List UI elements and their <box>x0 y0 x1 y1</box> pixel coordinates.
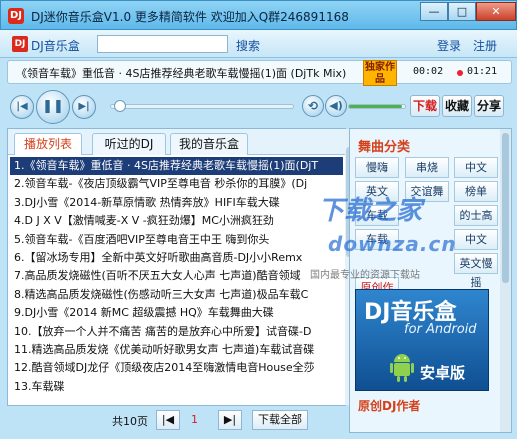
now-playing-bar: 《领音车载》重低音 · 4S店推荐经典老歌车载慢摇(1)面 (DjTk Mix)… <box>7 60 512 86</box>
playlist-row[interactable]: 12.酷音领域DJ龙仔《顶级夜店2014至嗨激情电音House全莎 <box>10 359 343 377</box>
record-dot-icon <box>457 70 463 76</box>
next-page-button[interactable]: ▶| <box>218 410 242 430</box>
watermark-url: downza.cn <box>328 232 457 256</box>
playlist-row[interactable]: 7.高品质发烧磁性(百听不厌五大女人心声 七声道)酷音领域 <box>10 267 343 285</box>
title-bar: DJ DJ迷你音乐盒V1.0 更多精简软件 欢迎加入Q群246891168 — … <box>0 0 517 30</box>
playlist-panel: 播放列表 听过的DJ 我的音乐盒 1.《领音车载》重低音 · 4S店推荐经典老歌… <box>7 128 353 406</box>
tab-playlist[interactable]: 播放列表 <box>14 133 82 155</box>
maximize-button[interactable]: □ <box>448 2 476 21</box>
minimize-button[interactable]: — <box>420 2 448 21</box>
category-item[interactable]: 中文 <box>454 157 498 178</box>
register-link[interactable]: 注册 <box>473 37 497 54</box>
repeat-icon[interactable]: ⟲ <box>302 95 324 117</box>
tab-my-music[interactable]: 我的音乐盒 <box>170 133 248 155</box>
playlist-row[interactable]: 3.DJ小雪《2014-新草原情歌 热情奔放》HIFI车载大碟 <box>10 194 343 212</box>
category-item[interactable]: 的士高 <box>454 205 498 226</box>
duration-time: 01:21 <box>467 66 498 77</box>
logo-icon: DJ <box>12 36 28 52</box>
category-scroll-thumb[interactable] <box>502 133 509 283</box>
playlist-row[interactable]: 5.领音车载-《百度酒吧VIP至尊电音王中王 嗨到你头 <box>10 231 343 249</box>
window-title: DJ迷你音乐盒V1.0 更多精简软件 欢迎加入Q群246891168 <box>31 10 349 24</box>
ad-bottom-text: 安卓版 <box>420 364 466 382</box>
volume-slider[interactable] <box>348 104 406 109</box>
exclusive-badge: 独家作品 <box>363 60 397 86</box>
android-icon <box>390 354 414 382</box>
playlist-row[interactable]: 13.车载碟 <box>10 378 343 396</box>
playlist-row[interactable]: 8.精选高品质发烧磁性(伤感动听三大女声 七声道)极品车载C <box>10 286 343 304</box>
menu-bar: DJ DJ音乐盒 搜索 登录 注册 <box>0 30 517 58</box>
author-section-title: 原创DJ作者 <box>358 399 421 413</box>
progress-knob[interactable] <box>114 100 127 112</box>
category-item[interactable]: 串烧 <box>405 157 449 178</box>
login-link[interactable]: 登录 <box>437 37 461 54</box>
close-button[interactable]: ✕ <box>476 2 516 21</box>
category-title: 舞曲分类 <box>358 140 411 155</box>
tab-listened[interactable]: 听过的DJ <box>92 133 166 155</box>
elapsed-time: 00:02 <box>413 66 444 77</box>
playlist-row[interactable]: 10.【放弃一个人并不痛苦 痛苦的是放弃心中所爱】试音碟-D <box>10 323 343 341</box>
playlist-row[interactable]: 11.精选高品质发烧《优美动听好歌男女声 七声道)车载试音碟 <box>10 341 343 359</box>
current-page: 1 <box>191 413 198 426</box>
category-item[interactable]: 中文Club <box>454 229 498 265</box>
logo-text: DJ音乐盒 <box>31 39 80 53</box>
volume-icon[interactable]: ◀) <box>325 95 347 117</box>
next-icon[interactable]: ▶| <box>72 95 96 119</box>
pagination: 共10页 |◀ 1 ▶| 下载全部 <box>0 407 346 433</box>
playlist: 1.《领音车载》重低音 · 4S店推荐经典老歌车载慢摇(1)面(DjT 2.领音车… <box>10 157 343 396</box>
watermark-title: 下载之家 <box>318 196 423 226</box>
download-button[interactable]: 下载 <box>410 95 440 117</box>
search-button[interactable]: 搜索 <box>236 37 260 54</box>
playlist-row[interactable]: 4.D J X V【激情喊麦-X V -疯狂劲爆】MC小洲疯狂劲 <box>10 212 343 230</box>
now-playing-title: 《领音车载》重低音 · 4S店推荐经典老歌车载慢摇(1)面 (DjTk Mix) <box>16 67 347 80</box>
watermark-slogan: 国内最专业的资源下载站 <box>310 270 420 281</box>
search-input[interactable] <box>97 35 228 53</box>
download-all-button[interactable]: 下载全部 <box>252 410 308 430</box>
playlist-row[interactable]: 2.领音车载-《夜店顶级霸气VIP至尊电音 秒杀你的耳膜》(Dj <box>10 175 343 193</box>
playlist-row[interactable]: 9.DJ小雪《2014 新MC 超级震撼 HQ》车载舞曲大碟 <box>10 304 343 322</box>
total-pages: 共10页 <box>112 415 148 428</box>
category-item[interactable]: 慢嗨 <box>355 157 399 178</box>
category-item[interactable]: 榜单 <box>454 181 498 202</box>
tab-bar: 播放列表 听过的DJ 我的音乐盒 <box>8 129 345 155</box>
favorite-button[interactable]: 收藏 <box>442 95 472 117</box>
pause-icon[interactable]: ❚❚ <box>36 90 70 124</box>
app-icon: DJ <box>8 8 24 24</box>
category-scrollbar[interactable] <box>500 129 511 432</box>
prev-icon[interactable]: |◀ <box>10 95 34 119</box>
share-button[interactable]: 分享 <box>474 95 504 117</box>
playlist-row[interactable]: 6.【留冰场专用】全新中英文好听歌曲高音质-DJ小小Remx <box>10 249 343 267</box>
player-controls: |◀ ❚❚ ▶| ⟲ ◀) 下载 收藏 分享 <box>0 87 517 125</box>
first-page-button[interactable]: |◀ <box>156 410 180 430</box>
ad-subtitle: for Android <box>404 322 477 337</box>
progress-slider[interactable] <box>110 100 294 112</box>
android-ad-banner[interactable]: DJ音乐盒 for Android 安卓版 <box>355 289 489 391</box>
volume-fill <box>349 105 403 108</box>
playlist-row[interactable]: 1.《领音车载》重低音 · 4S店推荐经典老歌车载慢摇(1)面(DjT <box>10 157 343 176</box>
category-item[interactable]: 英文慢摇 <box>454 253 498 289</box>
